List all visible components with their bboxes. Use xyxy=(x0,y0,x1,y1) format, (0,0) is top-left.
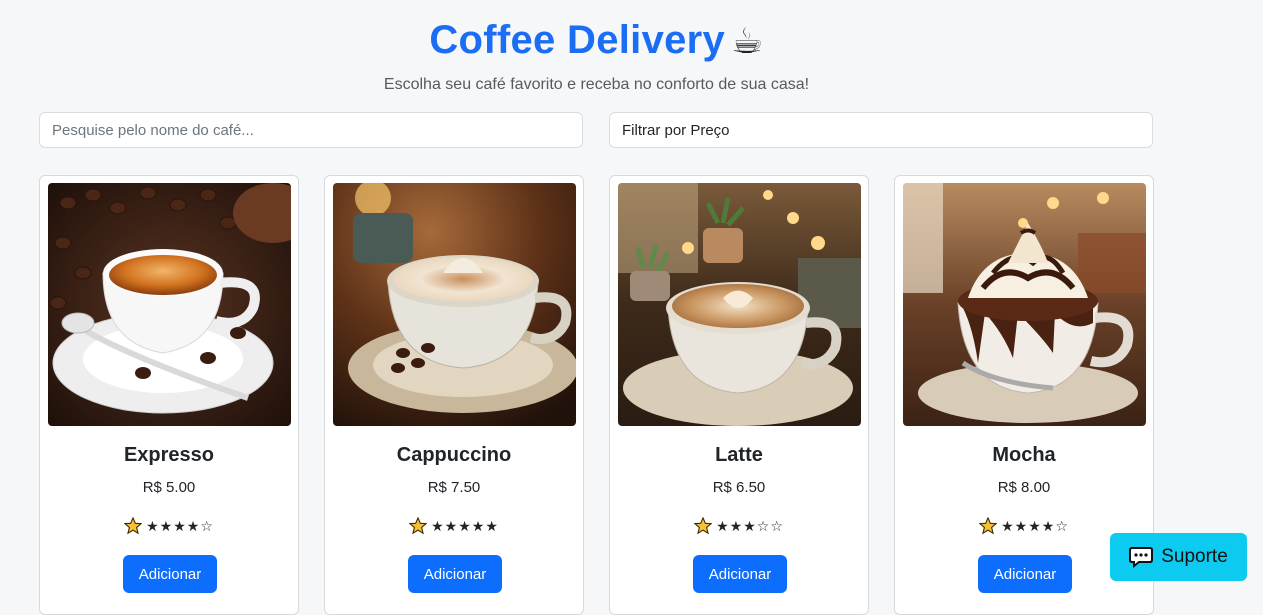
support-label: Suporte xyxy=(1161,546,1228,567)
cappuccino-image xyxy=(333,183,576,426)
product-name: Mocha xyxy=(992,444,1056,466)
add-to-cart-button[interactable]: Adicionar xyxy=(978,555,1072,593)
support-button[interactable]: Suporte xyxy=(1110,533,1247,581)
star-icon xyxy=(979,517,998,535)
latte-image xyxy=(618,183,861,426)
add-to-cart-button[interactable]: Adicionar xyxy=(408,555,502,593)
page-subtitle: Escolha seu café favorito e receba no co… xyxy=(383,76,810,93)
price-filter-label: Filtrar por Preço xyxy=(622,121,730,139)
rating-stars: ★★★☆☆ xyxy=(716,517,784,534)
search-input[interactable] xyxy=(39,112,583,148)
product-rating: ★★★★☆ xyxy=(40,517,298,535)
product-name: Expresso xyxy=(123,444,215,466)
add-to-cart-button[interactable]: Adicionar xyxy=(123,555,217,593)
hot-beverage-icon: ☕ xyxy=(731,20,764,61)
product-price: R$ 7.50 xyxy=(427,479,481,496)
mocha-image xyxy=(903,183,1146,426)
product-name: Cappuccino xyxy=(396,444,512,466)
page-title: Coffee Delivery ☕ xyxy=(0,18,1193,63)
product-price: R$ 5.00 xyxy=(142,479,196,496)
speech-bubble-icon xyxy=(1129,547,1154,568)
product-card-cappuccino: Cappuccino R$ 7.50 ★★★★★ Adicionar xyxy=(324,175,584,615)
expresso-image xyxy=(48,183,291,426)
rating-stars: ★★★★★ xyxy=(431,517,499,534)
product-price: R$ 8.00 xyxy=(997,479,1051,496)
star-icon xyxy=(694,517,713,535)
rating-stars: ★★★★☆ xyxy=(146,517,214,534)
product-price: R$ 6.50 xyxy=(712,479,766,496)
product-card-latte: Latte R$ 6.50 ★★★☆☆ Adicionar xyxy=(609,175,869,615)
product-rating: ★★★☆☆ xyxy=(610,517,868,535)
page-title-text: Coffee Delivery xyxy=(429,18,726,62)
rating-stars: ★★★★☆ xyxy=(1001,517,1069,534)
price-filter-select[interactable]: Filtrar por Preço xyxy=(609,112,1153,148)
product-card-expresso: Expresso R$ 5.00 ★★★★☆ Adicionar xyxy=(39,175,299,615)
star-icon xyxy=(124,517,143,535)
add-to-cart-button[interactable]: Adicionar xyxy=(693,555,787,593)
product-name: Latte xyxy=(715,444,763,466)
product-rating: ★★★★★ xyxy=(325,517,583,535)
star-icon xyxy=(409,517,428,535)
